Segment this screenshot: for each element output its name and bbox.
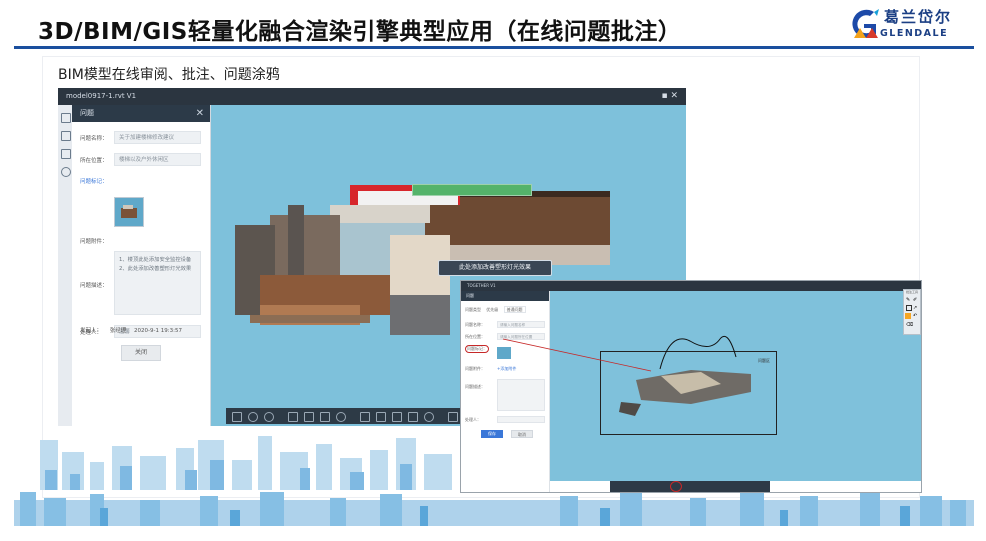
- header-rule: [14, 46, 974, 49]
- viewer-window-title: model0917-1.rvt V1: [66, 92, 137, 100]
- issue-type-row: 问题类型 优先级 普通问题: [465, 306, 526, 313]
- slide-title: 3D/BIM/GIS轻量化融合渲染引擎典型应用（在线问题批注）: [38, 19, 682, 45]
- logo-mark-icon: [852, 9, 879, 38]
- annot-field-label-1: 问题名称：: [465, 322, 485, 327]
- field-label: 问题名称：: [80, 136, 108, 142]
- annotation-toolbar: [610, 481, 770, 492]
- annotation-issue-panel: 问题 问题类型 优先级 普通问题 问题名称： 请输入问题名称 所在位置： 请输入…: [461, 291, 550, 492]
- document-icon[interactable]: [61, 113, 71, 123]
- properties-icon[interactable]: [376, 412, 386, 422]
- annotation-tool-highlight-icon[interactable]: [670, 481, 682, 492]
- creator-label: 发起人：: [80, 328, 103, 334]
- pen-icon[interactable]: ✎: [906, 297, 910, 303]
- annotation-title-bar: TOGETHER V1: [461, 281, 921, 291]
- layers-icon[interactable]: [392, 412, 402, 422]
- annotation-window-title: TOGETHER V1: [467, 283, 496, 288]
- undo-icon[interactable]: ↶: [913, 313, 917, 319]
- callout-line: [502, 338, 652, 372]
- logo-english-name: GLENDALE: [880, 28, 949, 39]
- location-field[interactable]: 楼梯以及户外休闲区: [114, 153, 201, 166]
- annot-issue-name-input[interactable]: 请输入问题名称: [497, 321, 545, 328]
- annotation-panel-header: 问题: [461, 291, 549, 301]
- brush-icon[interactable]: ✐: [913, 297, 917, 303]
- annot-field-label-6: 处理人：: [465, 417, 481, 422]
- created-time: 2020-9-1 19:3:57: [134, 328, 182, 334]
- annotation-tools-panel: 批注工具 ✎ ✐ ↗ ↶ ⌫: [903, 289, 921, 335]
- field-label: 问题描述：: [80, 283, 108, 289]
- annot-field-label-2: 所在位置：: [465, 334, 485, 339]
- progress-bar: [412, 184, 532, 196]
- orbit-icon[interactable]: [248, 412, 258, 422]
- issue-description[interactable]: 1、楼顶此处添加安全监控设备 2、此处添加改善塑形灯光效果: [114, 251, 201, 315]
- field-label: 问题标记：: [80, 179, 108, 185]
- annotation-icon[interactable]: [424, 412, 434, 422]
- close-button[interactable]: 关闭: [121, 345, 161, 361]
- annotation-tools-title: 批注工具: [905, 290, 918, 294]
- issue-panel: 问题 ✕ 问题名称： 关于加建楼梯修改建议 所在位置： 楼梯以及户外休闲区 问题…: [72, 105, 211, 426]
- field-label: 问题附件：: [80, 239, 108, 245]
- annotation-canvas[interactable]: 问题区: [550, 291, 921, 481]
- cancel-button[interactable]: 取消: [511, 430, 533, 438]
- annotation-viewer-window[interactable]: TOGETHER V1 问题 问题类型 优先级 普通问题 问题名称： 请输入问题…: [460, 280, 922, 493]
- company-logo: 葛兰岱尔 GLENDALE: [846, 6, 966, 44]
- model-thumbnail-icon: [121, 205, 137, 218]
- save-button[interactable]: 保存: [481, 430, 503, 438]
- clock-icon[interactable]: [61, 167, 71, 177]
- rectangle-icon[interactable]: [906, 305, 912, 311]
- priority-label: 优先级: [486, 307, 499, 312]
- viewer-title-bar: model0917-1.rvt V1 ▪ ✕: [58, 88, 686, 105]
- settings-icon[interactable]: [408, 412, 418, 422]
- move-icon[interactable]: [304, 412, 314, 422]
- freehand-stroke: [659, 335, 737, 370]
- layers-icon[interactable]: [61, 149, 71, 159]
- eraser-icon[interactable]: ⌫: [906, 322, 913, 328]
- question-icon[interactable]: [61, 131, 71, 141]
- tree-icon[interactable]: [360, 412, 370, 422]
- annot-description-textarea[interactable]: [497, 379, 545, 411]
- priority-select[interactable]: 普通问题: [503, 306, 526, 313]
- measure-icon[interactable]: [320, 412, 330, 422]
- highlight-icon[interactable]: [905, 313, 911, 319]
- logo-chinese-name: 葛兰岱尔: [884, 8, 953, 26]
- issue-panel-header: 问题 ✕: [72, 105, 210, 122]
- issue-name-field[interactable]: 关于加建楼梯修改建议: [114, 131, 201, 144]
- creator-row: 发起人： 张经理 2020-9-1 19:3:57: [80, 326, 210, 334]
- window-controls[interactable]: ▪ ✕: [661, 88, 678, 105]
- slide-subtitle: BIM模型在线审阅、批注、问题涂鸦: [58, 67, 280, 83]
- home-icon[interactable]: [232, 412, 242, 422]
- issue-panel-title: 问题: [80, 109, 94, 117]
- annot-handler-select[interactable]: [497, 416, 545, 423]
- arrow-icon[interactable]: ↗: [913, 305, 917, 311]
- camera-icon[interactable]: [264, 412, 274, 422]
- field-label: 所在位置：: [80, 158, 108, 164]
- side-rail: [58, 105, 73, 426]
- issue-tooltip: 此处添加改善塑形灯光效果: [438, 260, 552, 276]
- issue-mark-thumbnail[interactable]: [114, 197, 144, 227]
- annot-mark-label: 问题标记：: [465, 345, 489, 353]
- creator-value: 张经理: [109, 328, 127, 334]
- select-icon[interactable]: [288, 412, 298, 422]
- annot-field-label-5: 问题描述：: [465, 384, 485, 389]
- section-icon[interactable]: [336, 412, 346, 422]
- fullscreen-icon[interactable]: [448, 412, 458, 422]
- close-icon[interactable]: ✕: [196, 105, 204, 122]
- annot-field-label-4: 问题附件：: [465, 366, 485, 371]
- issue-type-label: 问题类型: [465, 307, 481, 312]
